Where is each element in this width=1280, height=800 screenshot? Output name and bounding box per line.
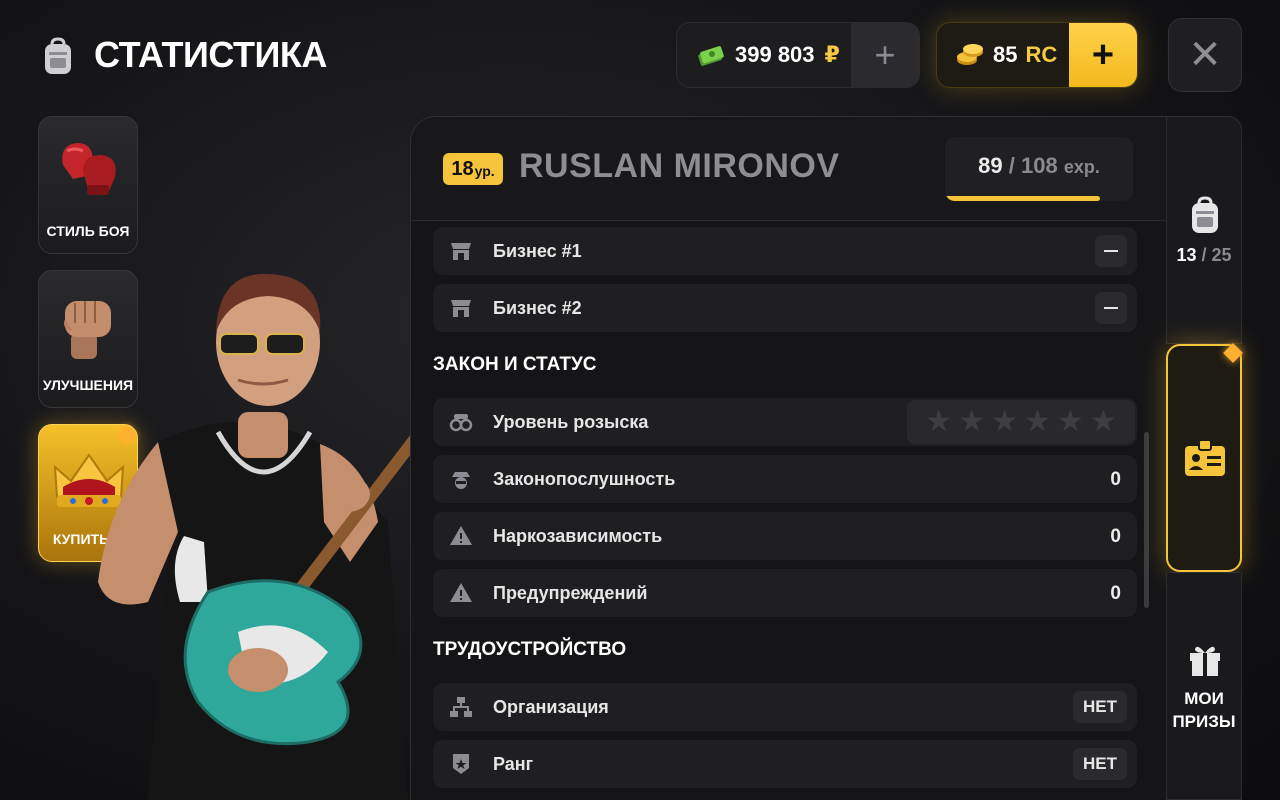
warnings-label: Предупреждений: [493, 583, 648, 603]
star-icon: ★: [1089, 405, 1117, 438]
money-amount: 399 803: [735, 42, 815, 67]
exp-progress-bar: [945, 196, 1100, 201]
handcuffs-icon: [449, 414, 473, 432]
inventory-count: 13 / 25: [1167, 245, 1241, 266]
rank-value: НЕТ: [1073, 748, 1127, 780]
shop-icon: [451, 243, 471, 260]
tab-fight-style[interactable]: СТИЛЬ БОЯ: [38, 116, 138, 254]
inventory-current: 13: [1176, 245, 1197, 265]
rank-label: Ранг: [493, 754, 534, 774]
boxing-gloves-icon: [62, 143, 116, 195]
my-prizes-label: МОИ ПРИЗЫ: [1167, 687, 1241, 733]
backpack-icon: [45, 37, 71, 74]
rc-balance: 85 RC +: [936, 22, 1138, 88]
org-chart-icon: [450, 697, 472, 717]
add-rc-button[interactable]: +: [1069, 23, 1137, 87]
list-item-rank: Ранг НЕТ: [433, 740, 1137, 788]
stats-panel: 18 ур. RUSLAN MIRONOV 89 / 108 exp. Бизне…: [410, 116, 1166, 800]
my-prizes-line1: МОИ: [1184, 689, 1224, 708]
scrollbar[interactable]: [1144, 432, 1149, 608]
tab-inventory[interactable]: 13 / 25: [1166, 116, 1242, 344]
list-item-wanted-level: Уровень розыска ★ ★ ★ ★ ★ ★: [433, 398, 1137, 446]
collapse-button[interactable]: [1095, 235, 1127, 267]
section-law-status: ЗАКОН И СТАТУС: [433, 354, 597, 375]
list-item-drug-addiction: Наркозависимость 0: [433, 512, 1137, 560]
star-icon: ★: [925, 405, 953, 438]
law-abiding-label: Законопослушность: [493, 469, 676, 489]
level-badge: 18 ур.: [443, 153, 503, 185]
rc-currency: RC: [1025, 42, 1058, 67]
tab-fight-style-label: СТИЛЬ БОЯ: [46, 223, 130, 239]
my-prizes-line2: ПРИЗЫ: [1172, 712, 1236, 731]
gold-coins-icon: [957, 44, 983, 65]
exp-box: 89 / 108 exp.: [945, 137, 1133, 201]
star-icon: ★: [1056, 405, 1084, 438]
level-unit: ур.: [474, 163, 495, 179]
drug-addiction-label: Наркозависимость: [493, 526, 663, 546]
list-item-warnings: Предупреждений 0: [433, 569, 1137, 617]
warnings-value: 0: [1110, 583, 1121, 604]
warning-icon: [450, 583, 472, 602]
list-item-law-abiding: Законопослушность 0: [433, 455, 1137, 503]
exp-current: 89: [978, 153, 1003, 178]
list-item-organization: Организация НЕТ: [433, 683, 1137, 731]
star-icon: ★: [958, 405, 986, 438]
money-currency: ₽: [824, 42, 840, 67]
level-value: 18: [451, 157, 474, 180]
money-balance: 399 803 ₽ +: [676, 22, 920, 88]
warning-icon: [450, 526, 472, 545]
inventory-separator: /: [1201, 245, 1207, 265]
law-abiding-value: 0: [1110, 469, 1121, 490]
drug-addiction-value: 0: [1110, 526, 1121, 547]
star-icon: ★: [1024, 405, 1051, 438]
rank-badge-icon: [453, 754, 469, 774]
shop-icon: [451, 300, 471, 317]
rc-amount: 85: [993, 42, 1018, 67]
list-item-business-1[interactable]: Бизнес #1: [433, 227, 1137, 275]
player-header: 18 ур. RUSLAN MIRONOV 89 / 108 exp.: [411, 117, 1166, 221]
collapse-button[interactable]: [1095, 292, 1127, 324]
tab-my-prizes[interactable]: МОИ ПРИЗЫ: [1166, 572, 1242, 800]
id-card-icon: [1185, 439, 1225, 476]
tab-statistics[interactable]: [1166, 344, 1242, 572]
section-employment: ТРУДОУСТРОЙСТВО: [433, 639, 627, 660]
exp-unit: exp.: [1063, 157, 1100, 177]
inventory-max: 25: [1211, 245, 1232, 265]
gift-icon: [1190, 646, 1220, 676]
backpack-icon: [1192, 196, 1218, 233]
close-button[interactable]: ✕: [1168, 18, 1242, 92]
organization-label: Организация: [493, 697, 609, 717]
business-2-label: Бизнес #2: [493, 298, 582, 318]
star-icon: ★: [991, 405, 1018, 438]
exp-separator: /: [1008, 153, 1015, 178]
player-name: RUSLAN MIRONOV: [519, 147, 840, 185]
exp-max: 108: [1020, 153, 1058, 178]
cash-icon: [698, 46, 724, 66]
business-1-label: Бизнес #1: [493, 241, 582, 261]
wanted-level-label: Уровень розыска: [493, 412, 649, 432]
detective-icon: [452, 472, 470, 489]
list-item-business-2[interactable]: Бизнес #2: [433, 284, 1137, 332]
wanted-stars: ★ ★ ★ ★ ★ ★: [907, 400, 1135, 444]
organization-value: НЕТ: [1073, 691, 1127, 723]
add-money-button[interactable]: +: [851, 23, 919, 87]
page-title: СТАТИСТИКА: [94, 34, 327, 75]
